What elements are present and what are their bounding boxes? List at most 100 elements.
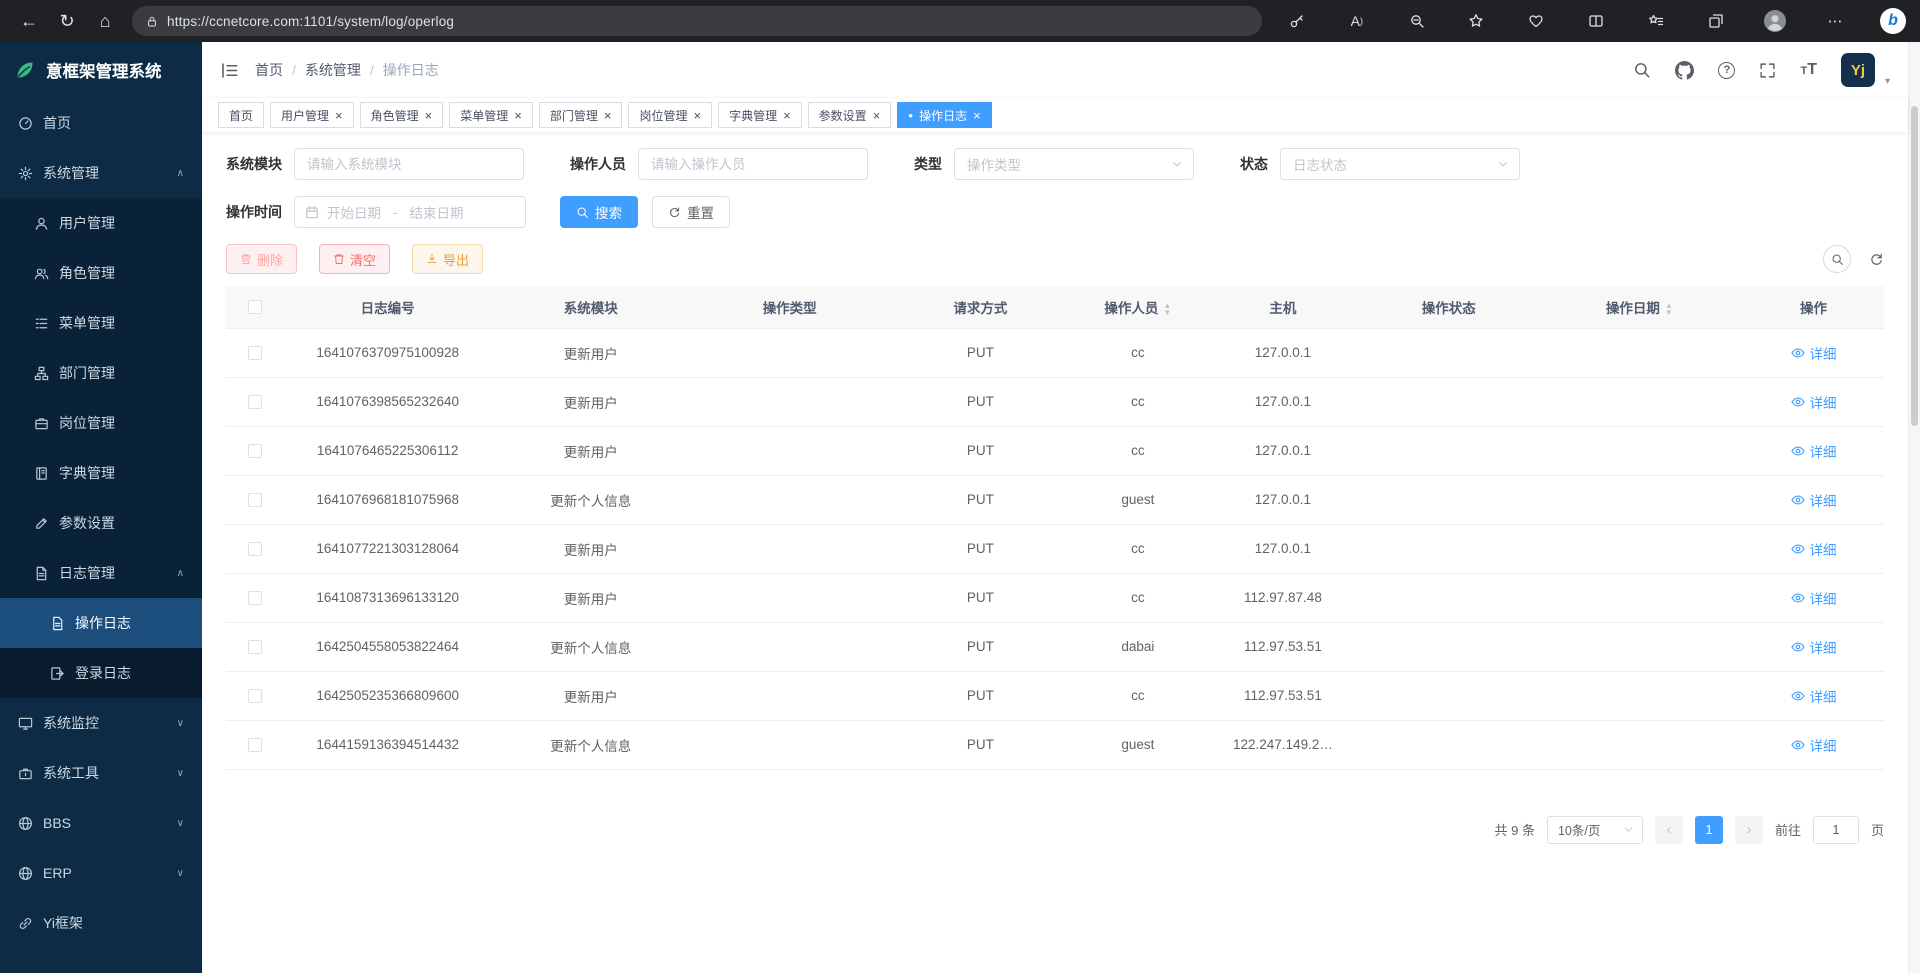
sidebar-item-menu-mgmt[interactable]: 菜单管理 bbox=[0, 298, 202, 348]
row-checkbox[interactable] bbox=[248, 395, 262, 409]
sort-control[interactable]: ▲▼ bbox=[1665, 302, 1673, 316]
refresh-table-icon[interactable] bbox=[1869, 252, 1884, 267]
sidebar-item-user-mgmt[interactable]: 用户管理 bbox=[0, 198, 202, 248]
browser-back-button[interactable]: ← bbox=[12, 5, 46, 37]
fullscreen-icon[interactable] bbox=[1759, 62, 1776, 79]
font-size-icon[interactable]: TT bbox=[1800, 61, 1817, 79]
row-checkbox[interactable] bbox=[248, 640, 262, 654]
sidebar-item-system-mgmt[interactable]: 系统管理 ∧ bbox=[0, 148, 202, 198]
prev-page-button[interactable]: ‹ bbox=[1655, 816, 1683, 844]
sidebar-item-erp[interactable]: ERP ∨ bbox=[0, 848, 202, 898]
detail-link[interactable]: 详细 bbox=[1791, 490, 1837, 510]
browser-home-button[interactable]: ⌂ bbox=[88, 5, 122, 37]
scrollbar-thumb[interactable] bbox=[1911, 106, 1918, 426]
close-icon[interactable]: × bbox=[783, 109, 791, 122]
next-page-button[interactable]: › bbox=[1735, 816, 1763, 844]
sidebar-item-yi-framework[interactable]: Yi框架 bbox=[0, 898, 202, 948]
row-checkbox[interactable] bbox=[248, 738, 262, 752]
sidebar-item-post-mgmt[interactable]: 岗位管理 bbox=[0, 398, 202, 448]
detail-link[interactable]: 详细 bbox=[1791, 539, 1837, 559]
page-scrollbar[interactable] bbox=[1908, 42, 1920, 973]
close-icon[interactable]: × bbox=[873, 109, 881, 122]
read-aloud-icon[interactable]: A) bbox=[1342, 6, 1372, 36]
sidebar-item-login-log[interactable]: 登录日志 bbox=[0, 648, 202, 698]
date-range-picker[interactable]: 开始日期 - 结束日期 bbox=[294, 196, 526, 228]
row-checkbox[interactable] bbox=[248, 542, 262, 556]
sidebar-item-home[interactable]: 首页 bbox=[0, 98, 202, 148]
profile-avatar[interactable] bbox=[1760, 6, 1790, 36]
type-select[interactable]: 操作类型 bbox=[954, 148, 1194, 180]
row-checkbox[interactable] bbox=[248, 493, 262, 507]
page-1-button[interactable]: 1 bbox=[1695, 816, 1723, 844]
detail-link[interactable]: 详细 bbox=[1791, 637, 1837, 657]
reset-button[interactable]: 重置 bbox=[652, 196, 730, 228]
favorite-add-star-icon[interactable] bbox=[1461, 6, 1491, 36]
row-checkbox[interactable] bbox=[248, 346, 262, 360]
tab-post-mgmt[interactable]: 岗位管理 × bbox=[628, 102, 712, 128]
github-icon[interactable] bbox=[1675, 61, 1694, 80]
tab-dict-mgmt[interactable]: 字典管理 × bbox=[718, 102, 802, 128]
page-size-select[interactable]: 10条/页 bbox=[1547, 816, 1643, 844]
operator-input[interactable] bbox=[638, 148, 868, 180]
toggle-search-button[interactable] bbox=[1823, 245, 1851, 273]
select-all-checkbox[interactable] bbox=[248, 300, 262, 314]
avatar-caret-down-icon[interactable]: ▾ bbox=[1885, 76, 1890, 87]
password-key-icon[interactable] bbox=[1282, 6, 1312, 36]
search-button[interactable]: 搜索 bbox=[560, 196, 638, 228]
browser-essentials-icon[interactable] bbox=[1521, 6, 1551, 36]
row-checkbox[interactable] bbox=[248, 689, 262, 703]
hamburger-menu-icon[interactable] bbox=[220, 61, 239, 80]
zoom-out-icon[interactable] bbox=[1402, 6, 1432, 36]
sidebar-item-bbs[interactable]: BBS ∨ bbox=[0, 798, 202, 848]
status-select[interactable]: 日志状态 bbox=[1280, 148, 1520, 180]
tab-role-mgmt[interactable]: 角色管理 × bbox=[360, 102, 444, 128]
detail-link[interactable]: 详细 bbox=[1791, 392, 1837, 412]
close-icon[interactable]: × bbox=[335, 109, 343, 122]
sidebar-item-dict-mgmt[interactable]: 字典管理 bbox=[0, 448, 202, 498]
detail-link[interactable]: 详细 bbox=[1791, 588, 1837, 608]
search-icon[interactable] bbox=[1633, 61, 1651, 79]
tab-menu-mgmt[interactable]: 菜单管理 × bbox=[449, 102, 533, 128]
row-checkbox[interactable] bbox=[248, 444, 262, 458]
detail-link[interactable]: 详细 bbox=[1791, 686, 1837, 706]
close-icon[interactable]: × bbox=[693, 109, 701, 122]
tab-user-mgmt[interactable]: 用户管理 × bbox=[270, 102, 354, 128]
row-checkbox[interactable] bbox=[248, 591, 262, 605]
delete-button[interactable]: 删除 bbox=[226, 244, 297, 274]
tab-home[interactable]: 首页 bbox=[218, 102, 264, 128]
sidebar-item-oper-log[interactable]: 操作日志 bbox=[0, 598, 202, 648]
copilot-bing-icon[interactable]: b bbox=[1880, 8, 1906, 34]
user-avatar[interactable]: Yj bbox=[1841, 53, 1875, 87]
detail-link[interactable]: 详细 bbox=[1791, 343, 1837, 363]
sidebar-item-log-mgmt[interactable]: 日志管理 ∧ bbox=[0, 548, 202, 598]
detail-link[interactable]: 详细 bbox=[1791, 735, 1837, 755]
help-icon[interactable]: ? bbox=[1718, 62, 1735, 79]
sidebar-item-system-monitor[interactable]: 系统监控 ∨ bbox=[0, 698, 202, 748]
export-button[interactable]: 导出 bbox=[412, 244, 483, 274]
breadcrumb-home[interactable]: 首页 bbox=[255, 60, 283, 80]
browser-refresh-button[interactable]: ↻ bbox=[50, 5, 84, 37]
tab-param-settings[interactable]: 参数设置 × bbox=[808, 102, 892, 128]
sort-control[interactable]: ▲▼ bbox=[1163, 302, 1171, 316]
close-icon[interactable]: × bbox=[514, 109, 522, 122]
breadcrumb-system-mgmt[interactable]: 系统管理 bbox=[305, 60, 361, 80]
address-bar[interactable]: https://ccnetcore.com:1101/system/log/op… bbox=[132, 6, 1262, 36]
clear-button[interactable]: 清空 bbox=[319, 244, 390, 274]
module-input[interactable] bbox=[294, 148, 524, 180]
close-icon[interactable]: × bbox=[973, 109, 981, 122]
sidebar-item-param-settings[interactable]: 参数设置 bbox=[0, 498, 202, 548]
sidebar-item-role-mgmt[interactable]: 角色管理 bbox=[0, 248, 202, 298]
detail-link[interactable]: 详细 bbox=[1791, 441, 1837, 461]
split-screen-icon[interactable] bbox=[1581, 6, 1611, 36]
sidebar: 意框架管理系统 首页 系统管理 ∧ 用户管理 角色管理 菜单管理 部门管理 bbox=[0, 42, 202, 973]
browser-more-icon[interactable]: ⋯ bbox=[1820, 6, 1850, 36]
tab-dept-mgmt[interactable]: 部门管理 × bbox=[539, 102, 623, 128]
collections-icon[interactable] bbox=[1701, 6, 1731, 36]
sidebar-item-system-tools[interactable]: 系统工具 ∨ bbox=[0, 748, 202, 798]
favorites-bar-icon[interactable] bbox=[1641, 6, 1671, 36]
close-icon[interactable]: × bbox=[604, 109, 612, 122]
tab-oper-log[interactable]: ● 操作日志 × bbox=[897, 102, 991, 128]
goto-page-input[interactable] bbox=[1813, 816, 1859, 844]
sidebar-item-dept-mgmt[interactable]: 部门管理 bbox=[0, 348, 202, 398]
close-icon[interactable]: × bbox=[425, 109, 433, 122]
